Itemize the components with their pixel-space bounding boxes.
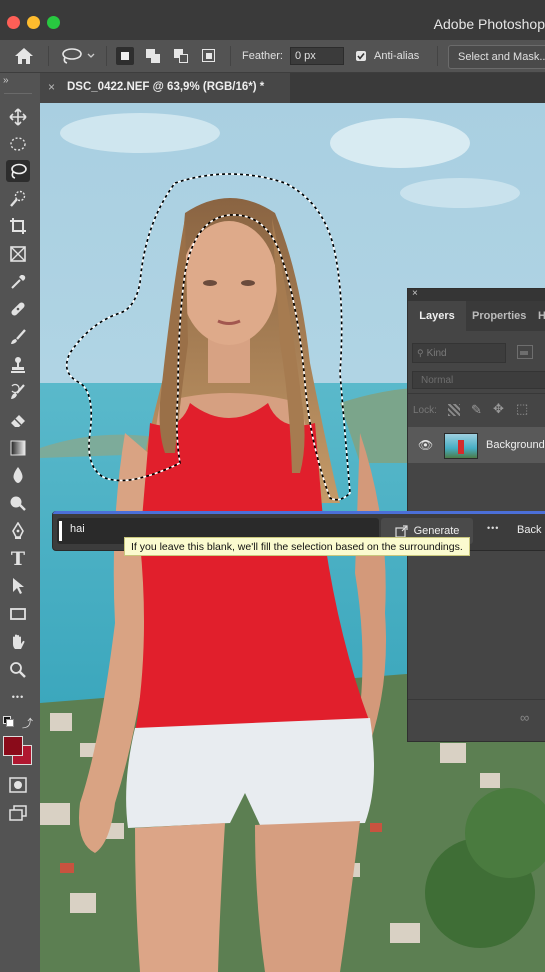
panel-tabs: Layers Properties H <box>408 301 545 331</box>
screen-mode-icon[interactable] <box>6 802 30 824</box>
generate-label: Generate <box>413 525 460 537</box>
search-icon: ⚲ <box>417 347 424 358</box>
gradient-tool-icon[interactable] <box>6 437 30 459</box>
quick-mask-icon[interactable] <box>6 774 30 796</box>
layer-kind-filter[interactable]: ⚲ Kind <box>412 343 506 363</box>
new-selection-icon[interactable] <box>116 47 134 65</box>
dodge-tool-icon[interactable] <box>6 492 30 514</box>
layer-row[interactable]: 👁 Background <box>408 427 545 463</box>
home-icon[interactable] <box>14 46 34 66</box>
path-selection-tool-icon[interactable] <box>6 575 30 597</box>
rectangle-tool-icon[interactable] <box>6 603 30 625</box>
link-layers-icon[interactable]: ∞ <box>520 710 529 725</box>
select-and-mask-button[interactable]: Select and Mask... <box>448 45 545 69</box>
foreground-color-swatch[interactable] <box>3 736 23 756</box>
close-tab-icon[interactable]: × <box>48 80 55 94</box>
document-tab-title: DSC_0422.NEF @ 63,9% (RGB/16*) * <box>67 81 265 93</box>
lock-position-icon[interactable]: ✥ <box>493 401 504 417</box>
lasso-tool-preset-icon[interactable] <box>60 46 96 66</box>
clone-stamp-tool-icon[interactable] <box>6 354 30 376</box>
layer-name: Background <box>486 439 545 451</box>
pen-tool-icon[interactable] <box>6 520 30 542</box>
image-filter-icon[interactable] <box>517 345 533 359</box>
minimize-window-button[interactable] <box>27 16 40 29</box>
history-brush-tool-icon[interactable] <box>6 381 30 403</box>
subtract-from-selection-icon[interactable] <box>172 47 190 65</box>
generate-icon <box>394 524 408 538</box>
layer-thumbnail <box>444 433 478 459</box>
lock-pixels-icon[interactable]: ✎ <box>471 402 482 418</box>
tab-layers[interactable]: Layers <box>408 301 466 331</box>
lock-artboard-icon[interactable]: ⬚ <box>516 401 528 417</box>
feather-input[interactable]: 0 px <box>290 47 344 65</box>
prompt-text: hai <box>70 523 85 535</box>
tab-history[interactable]: H <box>538 310 545 322</box>
text-cursor <box>59 521 62 541</box>
healing-brush-tool-icon[interactable] <box>6 298 30 320</box>
expand-toolbar-icon[interactable]: » <box>3 75 9 86</box>
blend-mode-select[interactable]: Normal <box>412 371 545 389</box>
title-bar: Adobe Photoshop <box>0 0 545 40</box>
move-tool-icon[interactable] <box>6 106 30 128</box>
antialias-label: Anti-alias <box>374 50 420 62</box>
generate-tooltip: If you leave this blank, we'll fill the … <box>124 537 470 556</box>
type-tool-icon[interactable]: T <box>6 548 30 570</box>
lock-transparency-icon[interactable] <box>448 404 460 416</box>
more-options-icon[interactable]: ••• <box>487 523 499 533</box>
frame-tool-icon[interactable] <box>6 243 30 265</box>
crop-tool-icon[interactable] <box>6 215 30 237</box>
zoom-window-button[interactable] <box>47 16 60 29</box>
document-tab-bar: × DSC_0422.NEF @ 63,9% (RGB/16*) * <box>40 73 545 103</box>
hand-tool-icon[interactable] <box>6 631 30 653</box>
lasso-tool-icon[interactable] <box>6 160 30 182</box>
default-colors-icon[interactable] <box>3 716 14 727</box>
eyedropper-tool-icon[interactable] <box>6 271 30 293</box>
antialias-checkbox[interactable]: Anti-alias <box>356 46 419 66</box>
marquee-tool-icon[interactable] <box>6 133 30 155</box>
blur-tool-icon[interactable] <box>6 464 30 486</box>
panel-header: × <box>408 288 545 301</box>
brush-tool-icon[interactable] <box>6 326 30 348</box>
back-button[interactable]: Back <box>517 524 541 536</box>
add-to-selection-icon[interactable] <box>144 47 162 65</box>
document-tab[interactable]: × DSC_0422.NEF @ 63,9% (RGB/16*) * <box>40 73 290 103</box>
generative-fill-accent <box>53 511 545 514</box>
close-window-button[interactable] <box>7 16 20 29</box>
zoom-tool-icon[interactable] <box>6 659 30 681</box>
close-panel-icon[interactable]: × <box>412 288 418 299</box>
app-title: Adobe Photoshop <box>433 16 545 32</box>
swap-colors-icon[interactable]: ⤴ <box>22 715 33 731</box>
quick-selection-tool-icon[interactable] <box>6 188 30 210</box>
options-bar: Feather: 0 px Anti-alias Select and Mask… <box>0 40 545 73</box>
eraser-tool-icon[interactable] <box>6 409 30 431</box>
tab-properties[interactable]: Properties <box>472 310 526 322</box>
kind-label: Kind <box>426 347 447 359</box>
more-tools-icon[interactable]: ••• <box>6 686 30 708</box>
lock-label: Lock: <box>413 405 437 416</box>
intersect-selection-icon[interactable] <box>200 47 218 65</box>
visibility-eye-icon[interactable]: 👁 <box>418 438 433 452</box>
feather-label: Feather: <box>242 50 283 62</box>
